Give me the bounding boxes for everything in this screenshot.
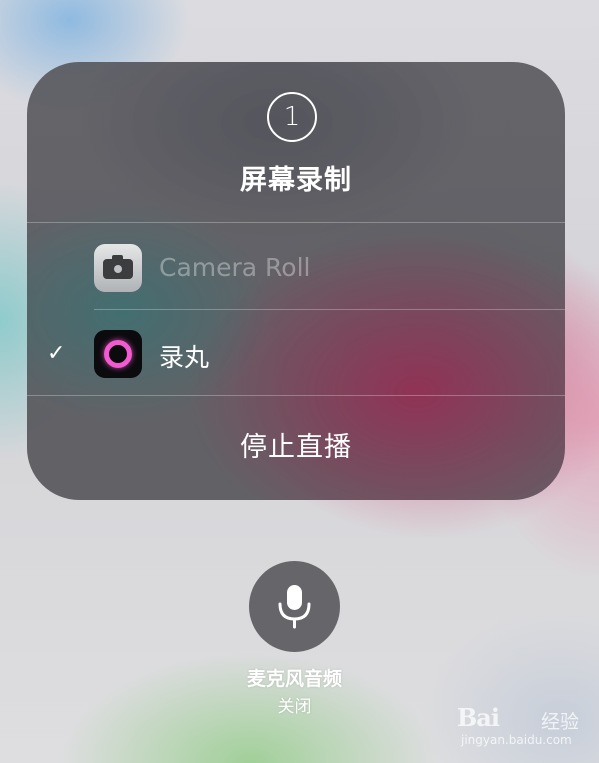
stop-broadcast-button[interactable]: 停止直播: [27, 396, 565, 500]
screen-recording-panel: 1 屏幕录制 Camera Roll ✓ 录丸 停止直播: [27, 62, 565, 500]
checkmark-icon: ✓: [47, 341, 66, 366]
camera-icon: [94, 244, 142, 292]
watermark-brand: Bai: [457, 703, 500, 732]
divider: [27, 222, 565, 223]
step-number-badge: 1: [267, 92, 317, 142]
app-icon: [94, 330, 142, 378]
baidu-watermark: Bai 经验 jingyan.baidu.com: [457, 703, 599, 753]
microphone-icon: [278, 585, 311, 629]
microphone-toggle-button[interactable]: [249, 561, 340, 652]
option-app[interactable]: 录丸: [159, 338, 209, 374]
option-camera-roll[interactable]: Camera Roll: [159, 253, 311, 282]
watermark-url: jingyan.baidu.com: [461, 733, 572, 747]
panel-title: 屏幕录制: [240, 165, 352, 196]
divider: [94, 309, 565, 310]
microphone-label: 麦克风音频: [246, 668, 342, 690]
watermark-suffix: 经验: [541, 711, 580, 733]
